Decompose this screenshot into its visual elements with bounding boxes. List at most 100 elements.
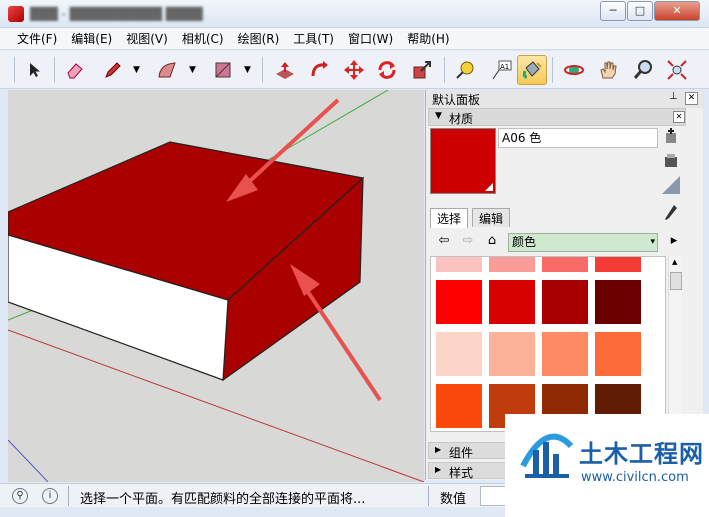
color-swatch[interactable] xyxy=(435,257,483,273)
svg-text:A1: A1 xyxy=(500,63,509,71)
tape-measure-tool-icon[interactable] xyxy=(450,55,480,85)
shape-tool-icon[interactable] xyxy=(208,55,238,85)
status-divider xyxy=(428,486,429,506)
material-name-field[interactable]: A06 色 xyxy=(498,128,658,148)
color-swatch[interactable] xyxy=(594,331,642,377)
drawing-viewport[interactable] xyxy=(8,90,424,482)
color-swatch[interactable] xyxy=(435,331,483,377)
color-swatch[interactable] xyxy=(594,257,642,273)
panel-header: 默认面板 ⊥ ✕ xyxy=(426,90,704,108)
color-swatch[interactable] xyxy=(541,331,589,377)
watermark-url: www.civilcn.com xyxy=(581,470,689,485)
swatch-scrollbar[interactable]: ▲ xyxy=(668,256,682,432)
watermark-name: 土木工程网 xyxy=(579,440,704,468)
move-tool-icon[interactable] xyxy=(339,55,369,85)
shape-dropdown-icon[interactable]: ▼ xyxy=(244,65,251,75)
scroll-up-icon[interactable]: ▲ xyxy=(672,258,677,266)
toolbar-separator xyxy=(444,57,445,83)
eyedropper-icon[interactable] xyxy=(664,204,678,226)
toolbar-grip xyxy=(14,57,15,83)
zoom-tool-icon[interactable] xyxy=(628,55,658,85)
library-nav-row: ⇦ ⇨ ⌂ 颜色 ▾ ▸ xyxy=(428,230,686,254)
toolbar-separator xyxy=(54,57,55,83)
color-swatch[interactable] xyxy=(488,257,536,273)
minimize-button[interactable]: ─ xyxy=(600,1,626,21)
materials-section-header[interactable]: ▼ 材质 ✕ xyxy=(428,108,686,126)
maximize-button[interactable]: □ xyxy=(627,1,653,21)
blue-axis-line xyxy=(8,439,49,482)
color-swatch[interactable] xyxy=(541,279,589,325)
sample-paint-icon[interactable] xyxy=(662,152,680,170)
library-select[interactable]: 颜色 ▾ xyxy=(508,233,658,252)
scrollbar-thumb[interactable] xyxy=(670,272,682,290)
color-swatch[interactable] xyxy=(488,279,536,325)
chevron-down-icon: ▾ xyxy=(650,237,655,247)
back-arrow-icon[interactable]: ⇦ xyxy=(436,233,452,249)
materials-label: 材质 xyxy=(449,112,474,126)
color-swatch[interactable] xyxy=(594,279,642,325)
color-swatch[interactable] xyxy=(435,279,483,325)
rotate-tool-icon[interactable] xyxy=(372,55,402,85)
color-swatch[interactable] xyxy=(541,257,589,273)
measurements-label: 数值 xyxy=(440,492,467,507)
pencil-tool-icon[interactable] xyxy=(98,55,128,85)
materials-close-button[interactable]: ✕ xyxy=(673,111,685,123)
pin-icon[interactable]: ⊥ xyxy=(669,91,678,102)
arc-dropdown-icon[interactable]: ▼ xyxy=(189,65,196,75)
tab-select[interactable]: 选择 xyxy=(430,208,469,228)
text-tool-icon[interactable]: A1 xyxy=(486,55,516,85)
toolbar-separator xyxy=(552,57,553,83)
watermark: 土木工程网 www.civilcn.com xyxy=(505,414,709,517)
display-secondary-icon[interactable] xyxy=(662,176,680,194)
color-swatch[interactable] xyxy=(488,331,536,377)
sketchup-app-icon xyxy=(8,6,24,22)
color-swatch-grid xyxy=(430,256,666,432)
status-message: 选择一个平面。有匹配颜料的全部连接的平面将... xyxy=(80,492,366,507)
panel-title: 默认面板 xyxy=(432,93,481,107)
toolbar-separator xyxy=(262,57,263,83)
geo-location-icon[interactable]: ⚲ xyxy=(12,488,28,504)
panel-close-button[interactable]: ✕ xyxy=(685,92,698,105)
arc-tool-icon[interactable] xyxy=(152,55,182,85)
menu-window[interactable]: 窗口(W) xyxy=(341,29,400,49)
follow-me-tool-icon[interactable] xyxy=(305,55,335,85)
menu-camera[interactable]: 相机(C) xyxy=(175,29,231,49)
select-tool-icon[interactable] xyxy=(20,55,50,85)
create-material-icon[interactable] xyxy=(662,128,680,146)
collapse-arrow-icon: ▼ xyxy=(435,111,442,121)
info-icon[interactable]: i xyxy=(42,488,58,504)
menu-edit[interactable]: 编辑(E) xyxy=(64,29,119,49)
zoom-extents-tool-icon[interactable] xyxy=(662,55,692,85)
menu-draw[interactable]: 绘图(R) xyxy=(231,29,287,49)
pencil-dropdown-icon[interactable]: ▼ xyxy=(133,65,140,75)
current-material-swatch[interactable] xyxy=(430,128,496,194)
eraser-tool-icon[interactable] xyxy=(60,55,90,85)
menu-tools[interactable]: 工具(T) xyxy=(286,29,341,49)
forward-arrow-icon[interactable]: ⇨ xyxy=(460,233,476,249)
window-title: ███ - ██████████ ████ xyxy=(30,7,203,21)
library-select-value: 颜色 xyxy=(512,235,537,249)
tab-edit[interactable]: 编辑 xyxy=(472,208,511,227)
title-bar: ███ - ██████████ ████ ─ □ ✕ xyxy=(0,0,709,28)
watermark-logo xyxy=(520,433,574,478)
expand-arrow-icon: ▶ xyxy=(435,445,442,454)
expand-arrow-icon: ▶ xyxy=(435,465,442,474)
close-button[interactable]: ✕ xyxy=(654,1,700,21)
model-scene xyxy=(8,90,424,482)
menu-bar: 文件(F) 编辑(E) 视图(V) 相机(C) 绘图(R) 工具(T) 窗口(W… xyxy=(0,28,709,50)
components-label: 组件 xyxy=(449,446,474,460)
push-pull-tool-icon[interactable] xyxy=(270,55,300,85)
main-toolbar: ▼ ▼ ▼ A1 xyxy=(0,51,709,89)
paint-bucket-tool-icon[interactable] xyxy=(517,55,547,85)
menu-view[interactable]: 视图(V) xyxy=(119,29,175,49)
scale-tool-icon[interactable] xyxy=(407,55,437,85)
home-icon[interactable]: ⌂ xyxy=(484,233,500,249)
orbit-tool-icon[interactable] xyxy=(559,55,589,85)
details-arrow-icon[interactable]: ▸ xyxy=(666,233,682,249)
styles-label: 样式 xyxy=(449,466,474,480)
menu-file[interactable]: 文件(F) xyxy=(10,29,64,49)
status-divider xyxy=(68,486,69,506)
pan-tool-icon[interactable] xyxy=(593,55,623,85)
color-swatch[interactable] xyxy=(435,383,483,429)
menu-help[interactable]: 帮助(H) xyxy=(400,29,456,49)
